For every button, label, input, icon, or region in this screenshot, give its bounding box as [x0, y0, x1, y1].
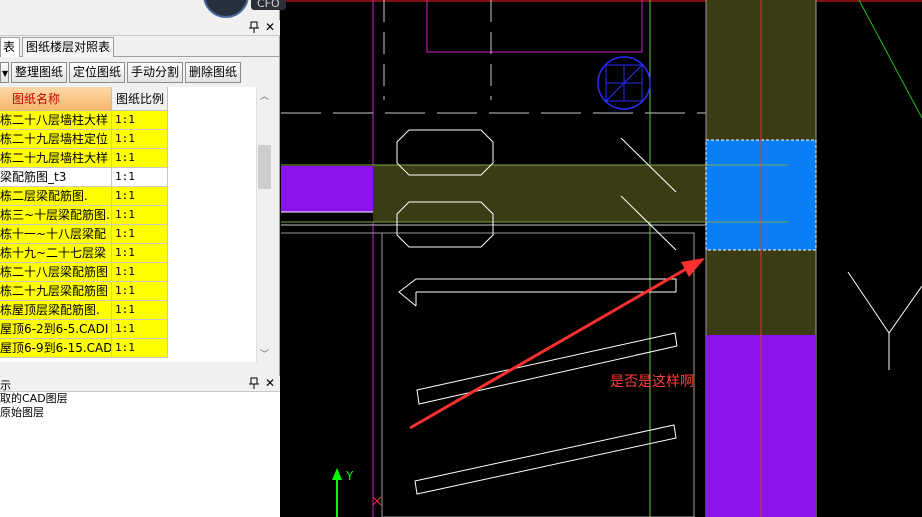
y-symbol-line: [847, 271, 922, 334]
table-row[interactable]: 栋十一~十八层梁配 1:1: [0, 225, 168, 244]
pin-icon[interactable]: [248, 21, 260, 34]
bottom-pane-title: 示: [0, 379, 11, 392]
annotation-text: 是否是这样啊: [610, 374, 694, 390]
drawing-scale-cell[interactable]: 1:1: [112, 168, 168, 186]
sort-drawings-button[interactable]: 整理图纸: [11, 62, 67, 83]
drawing-scale-cell[interactable]: 1:1: [112, 244, 168, 262]
cad-canvas[interactable]: 是否是这样啊 Y: [281, 0, 922, 517]
drawing-name-cell[interactable]: 栋二层梁配筋图.: [0, 187, 112, 205]
column-header-name[interactable]: 图纸名称: [0, 87, 112, 111]
cad-drawing[interactable]: [281, 0, 922, 517]
table-body: 栋二十八层墙柱大样 1:1 栋二十九层墙柱定位 1:1 栋二十九层墙柱大样 1:1 梁配筋图…: [0, 111, 168, 358]
drawing-scale-cell[interactable]: 1:1: [112, 339, 168, 357]
table-row[interactable]: 栋二十八层墙柱大样 1:1: [0, 111, 168, 130]
drawing-name-cell[interactable]: 栋二十九层梁配筋图: [0, 282, 112, 300]
table-row[interactable]: 栋二十九层梁配筋图 1:1: [0, 282, 168, 301]
close-icon[interactable]: ✕: [265, 377, 275, 390]
drawing-scale-cell[interactable]: 1:1: [112, 206, 168, 224]
drawing-name-cell[interactable]: 栋二十九层墙柱大样: [0, 149, 112, 167]
manual-split-button[interactable]: 手动分割: [127, 62, 183, 83]
table-header: 图纸名称 图纸比例: [0, 87, 256, 111]
ucs-y-label: Y: [346, 469, 354, 483]
drawing-name-cell[interactable]: 栋二十八层梁配筋图: [0, 263, 112, 281]
rebar-diagonal: [416, 332, 678, 405]
table-row[interactable]: 栋二十八层梁配筋图 1:1: [0, 263, 168, 282]
table-row[interactable]: 栋二层梁配筋图. 1:1: [0, 187, 168, 206]
table-row[interactable]: 栋十九~二十七层梁 1:1: [0, 244, 168, 263]
annotation-arrow: [409, 263, 694, 430]
rebar-hook: [398, 278, 417, 307]
purple-beam-fill[interactable]: [281, 166, 373, 212]
locate-drawing-button[interactable]: 定位图纸: [69, 62, 125, 83]
table-row[interactable]: 栋三~十层梁配筋图. 1:1: [0, 206, 168, 225]
magenta-wall-outline: [426, 0, 643, 53]
tab-drawing-list[interactable]: 表: [0, 37, 20, 57]
drawing-scale-cell[interactable]: 1:1: [112, 282, 168, 300]
chevron-down-icon: ▼: [2, 69, 9, 78]
table-row[interactable]: 栋二十九层墙柱定位 1:1: [0, 130, 168, 149]
top-pane-titlebar: ✕: [0, 20, 280, 36]
drawing-name-cell[interactable]: 栋三~十层梁配筋图.: [0, 206, 112, 224]
app-logo-icon: [203, 0, 249, 18]
table-scrollbar[interactable]: ︿ ﹀: [256, 87, 272, 362]
scroll-thumb[interactable]: [258, 145, 271, 189]
beam-fill[interactable]: [373, 165, 706, 222]
pin-icon[interactable]: [248, 377, 260, 390]
scroll-down-icon[interactable]: ﹀: [260, 347, 269, 360]
table-row[interactable]: 栋屋顶层梁配筋图. 1:1: [0, 301, 168, 320]
drawing-tabs: 表 图纸楼层对照表: [0, 37, 280, 57]
ucs-y-arrow-icon: [332, 468, 342, 480]
drawing-name-cell[interactable]: 屋顶6-9到6-15.CADI: [0, 339, 112, 357]
scroll-up-icon[interactable]: ︿: [260, 89, 269, 102]
close-icon[interactable]: ✕: [265, 21, 275, 34]
drawing-scale-cell[interactable]: 1:1: [112, 187, 168, 205]
annotation-arrowhead: [681, 258, 705, 277]
drawing-name-cell[interactable]: 栋屋顶层梁配筋图.: [0, 301, 112, 319]
drawing-name-cell[interactable]: 栋十一~十八层梁配: [0, 225, 112, 243]
tab-floor-mapping[interactable]: 图纸楼层对照表: [22, 37, 114, 57]
layer-item-cad[interactable]: 取的CAD图层: [0, 392, 280, 406]
bottom-pane-titlebar: 示 ✕: [0, 376, 280, 392]
drawing-scale-cell[interactable]: 1:1: [112, 225, 168, 243]
layer-list: 取的CAD图层 原始图层: [0, 392, 280, 517]
drawing-name-cell[interactable]: 栋十九~二十七层梁: [0, 244, 112, 262]
diagonal-green-line: [858, 0, 922, 119]
drawing-scale-cell[interactable]: 1:1: [112, 263, 168, 281]
drawing-scale-cell[interactable]: 1:1: [112, 149, 168, 167]
table-row[interactable]: 栋二十九层墙柱大样 1:1: [0, 149, 168, 168]
dropdown-arrow-button[interactable]: ▼: [0, 62, 9, 83]
drawing-name-cell[interactable]: 栋二十九层墙柱定位: [0, 130, 112, 148]
layer-item-original[interactable]: 原始图层: [0, 406, 280, 420]
app-floating-badge[interactable]: CFO: [203, 0, 321, 18]
rebar-diagonal: [414, 424, 677, 495]
table-row[interactable]: 梁配筋图_t3 1:1: [0, 168, 168, 187]
table-row[interactable]: 屋顶6-2到6-5.CADI 1:1: [0, 320, 168, 339]
rebar-outline: [416, 278, 677, 293]
drawing-list-panel: ✕ 表 图纸楼层对照表 ▼ 整理图纸 定位图纸 手动分割 删除图纸 图纸名称 图…: [0, 0, 280, 517]
drawing-scale-cell[interactable]: 1:1: [112, 320, 168, 338]
drawing-name-cell[interactable]: 栋二十八层墙柱大样: [0, 111, 112, 129]
delete-drawing-button[interactable]: 删除图纸: [185, 62, 241, 83]
drawing-table: 图纸名称 图纸比例 栋二十八层墙柱大样 1:1 栋二十九层墙柱定位 1:1 栋二十九层墙…: [0, 87, 256, 362]
table-row[interactable]: 屋顶6-9到6-15.CADI 1:1: [0, 339, 168, 358]
column-header-scale[interactable]: 图纸比例: [112, 87, 168, 111]
drawing-scale-cell[interactable]: 1:1: [112, 130, 168, 148]
drawing-toolbar: ▼ 整理图纸 定位图纸 手动分割 删除图纸: [0, 60, 280, 84]
drawing-scale-cell[interactable]: 1:1: [112, 301, 168, 319]
app-badge-label: CFO: [251, 0, 286, 10]
drawing-name-cell[interactable]: 梁配筋图_t3: [0, 168, 112, 186]
drawing-name-cell[interactable]: 屋顶6-2到6-5.CADI: [0, 320, 112, 338]
drawing-scale-cell[interactable]: 1:1: [112, 111, 168, 129]
